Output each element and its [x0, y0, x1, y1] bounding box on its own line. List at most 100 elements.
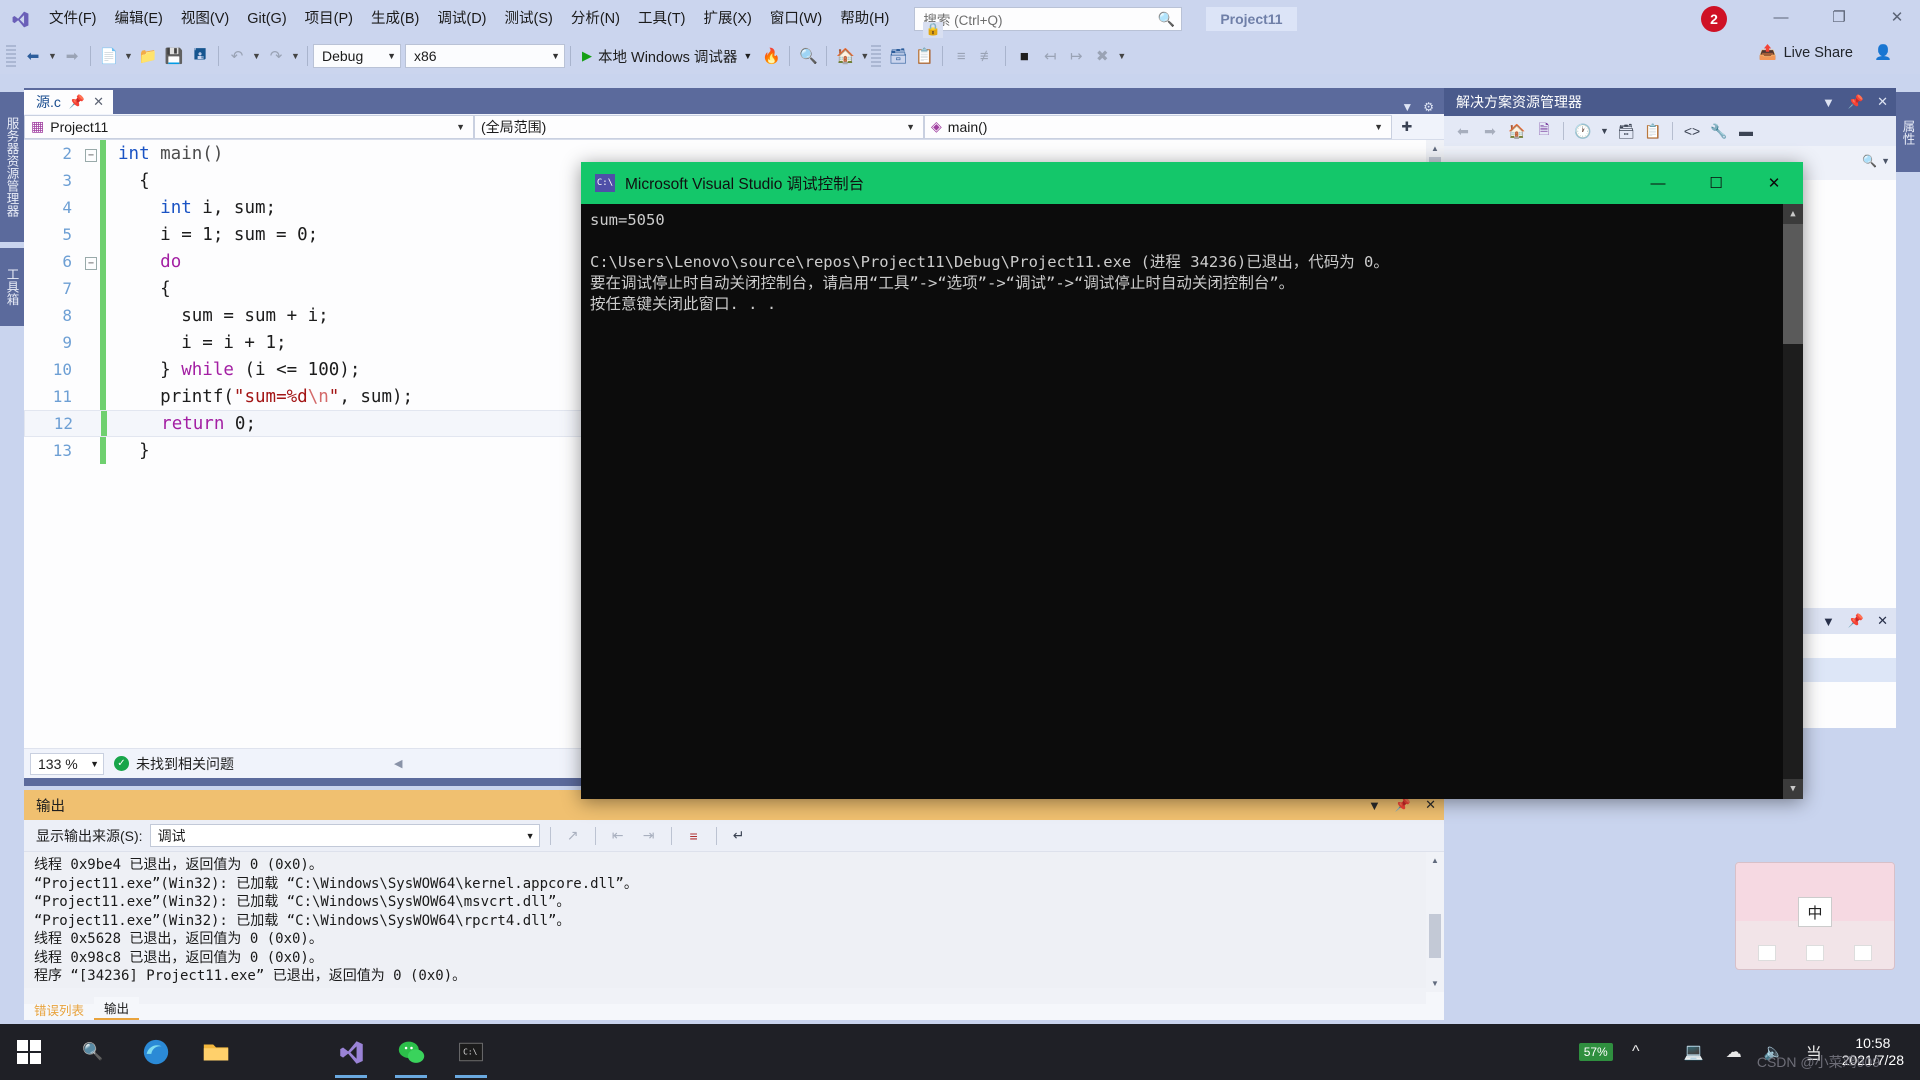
- redo-dropdown-icon[interactable]: ▼: [289, 43, 302, 69]
- taskbar-search-icon[interactable]: 🔍: [68, 1024, 118, 1080]
- console-window-icon[interactable]: C:\: [445, 1024, 497, 1080]
- monitor-icon[interactable]: 💻: [1674, 1024, 1714, 1080]
- file-explorer-icon[interactable]: [190, 1024, 242, 1080]
- share-user-icon[interactable]: 👤: [1874, 44, 1892, 61]
- console-output[interactable]: sum=5050 C:\Users\Lenovo\source\repos\Pr…: [581, 204, 1803, 799]
- ime-button-right[interactable]: [1854, 945, 1872, 961]
- find-in-files-icon[interactable]: 🔍: [795, 43, 821, 69]
- menu-window[interactable]: 窗口(W): [761, 5, 831, 33]
- toolbar-grip[interactable]: [6, 45, 16, 67]
- clear-all-icon[interactable]: ≡: [682, 824, 706, 848]
- show-all-files-icon[interactable]: 🗃: [1614, 119, 1638, 143]
- close-icon[interactable]: ✕: [93, 94, 104, 110]
- menu-project[interactable]: 项目(P): [296, 5, 362, 33]
- live-share-button[interactable]: 📤 Live Share 👤: [1759, 44, 1892, 62]
- new-file-icon[interactable]: 📄: [96, 43, 122, 69]
- menu-tools[interactable]: 工具(T): [629, 5, 695, 33]
- search-input[interactable]: 搜索 (Ctrl+Q) 🔍: [914, 7, 1183, 31]
- ime-button-left[interactable]: [1758, 945, 1776, 961]
- sidebar-tab-toolbox[interactable]: 工具箱: [0, 248, 24, 326]
- chevron-down-icon[interactable]: ▼: [1401, 100, 1413, 114]
- gear-icon[interactable]: ⚙: [1423, 100, 1434, 114]
- undo-dropdown-icon[interactable]: ▼: [250, 43, 263, 69]
- back-icon[interactable]: ⬅: [1451, 119, 1475, 143]
- menu-debug[interactable]: 调试(D): [428, 5, 495, 33]
- ime-button-mid[interactable]: [1806, 945, 1824, 961]
- chevron-down-icon[interactable]: ▼: [1598, 119, 1611, 143]
- home-icon[interactable]: 🏠: [1505, 119, 1529, 143]
- go-up-icon[interactable]: ⇤: [606, 824, 630, 848]
- notification-badge[interactable]: 2: [1701, 6, 1727, 32]
- save-icon[interactable]: 💾: [161, 43, 187, 69]
- pin-icon[interactable]: 📌: [69, 94, 85, 110]
- menu-file[interactable]: 文件(F): [40, 5, 106, 33]
- bookmark-clear-icon[interactable]: ✖: [1089, 43, 1115, 69]
- nav-back-icon[interactable]: ⬅: [20, 43, 46, 69]
- properties-window-icon[interactable]: 🗃: [885, 43, 911, 69]
- pin-icon[interactable]: 📌: [1848, 613, 1864, 629]
- debug-console-window[interactable]: C:\ Microsoft Visual Studio 调试控制台 — ☐ ✕ …: [581, 162, 1803, 799]
- visual-studio-icon[interactable]: [325, 1024, 377, 1080]
- menu-edit[interactable]: 编辑(E): [106, 5, 172, 33]
- edge-icon[interactable]: [130, 1024, 182, 1080]
- hot-reload-icon[interactable]: 🔥: [758, 43, 784, 69]
- prev-issue-icon[interactable]: ◀: [394, 757, 402, 770]
- sidebar-tab-server-explorer[interactable]: 服务器资源管理器: [0, 92, 24, 242]
- toolbar-dash-icon[interactable]: ▬: [1734, 119, 1758, 143]
- toggle-wordwrap-icon[interactable]: ↵: [727, 824, 751, 848]
- platform-combo[interactable]: x86 ▼: [405, 44, 565, 68]
- save-all-icon[interactable]: 🖪: [187, 43, 213, 69]
- ime-mode-indicator[interactable]: 中: [1798, 897, 1832, 927]
- open-folder-icon[interactable]: 📁: [135, 43, 161, 69]
- scroll-down-icon[interactable]: ▼: [1783, 779, 1803, 799]
- start-button[interactable]: [0, 1024, 58, 1080]
- view-code-icon[interactable]: <>: [1680, 119, 1704, 143]
- nav-back-dropdown-icon[interactable]: ▼: [46, 43, 59, 69]
- menu-extensions[interactable]: 扩展(X): [695, 5, 761, 33]
- pending-changes-icon[interactable]: 🕐: [1571, 119, 1595, 143]
- pin-icon[interactable]: 📌: [1848, 94, 1864, 110]
- bookmark-prev-icon[interactable]: ↤: [1037, 43, 1063, 69]
- battery-saver-icon[interactable]: 57%: [1576, 1024, 1616, 1080]
- scrollbar-thumb[interactable]: [1429, 914, 1441, 958]
- tab-output[interactable]: 输出: [94, 997, 140, 1020]
- switch-views-icon[interactable]: 🗎: [1532, 119, 1556, 143]
- collapse-region-icon[interactable]: −: [82, 147, 100, 162]
- chevron-down-icon[interactable]: ▼: [1822, 95, 1835, 110]
- console-title-bar[interactable]: C:\ Microsoft Visual Studio 调试控制台 — ☐ ✕: [581, 162, 1803, 204]
- chevron-down-icon[interactable]: ▼: [1822, 614, 1835, 629]
- sidebar-tab-properties[interactable]: 属性: [1896, 92, 1920, 172]
- split-view-icon[interactable]: ✚: [1392, 119, 1422, 135]
- pin-icon[interactable]: 📌: [1395, 797, 1411, 813]
- scroll-up-icon[interactable]: ▲: [1426, 852, 1444, 869]
- toolbar-grip[interactable]: [871, 45, 882, 67]
- go-down-icon[interactable]: ⇥: [637, 824, 661, 848]
- menu-git[interactable]: Git(G): [238, 5, 295, 33]
- show-hidden-icons-icon[interactable]: ^: [1616, 1024, 1656, 1080]
- window-close-button[interactable]: ✕: [1874, 0, 1920, 34]
- properties-wrench-icon[interactable]: 🔧: [1707, 119, 1731, 143]
- scroll-up-icon[interactable]: ▲: [1426, 140, 1444, 157]
- zoom-level-combo[interactable]: 133 % ▼: [30, 752, 104, 775]
- function-scope-combo[interactable]: ◈ main() ▼: [924, 114, 1392, 139]
- close-icon[interactable]: ✕: [1425, 797, 1436, 813]
- home-icon[interactable]: 🏠: [832, 43, 858, 69]
- chevron-down-icon[interactable]: ▼: [1368, 798, 1381, 813]
- menu-analyze[interactable]: 分析(N): [562, 5, 629, 33]
- configuration-combo[interactable]: Debug ▼: [313, 44, 401, 68]
- output-source-combo[interactable]: 调试 ▼: [149, 824, 540, 847]
- home-dropdown-icon[interactable]: ▼: [858, 43, 871, 69]
- menu-test[interactable]: 测试(S): [496, 5, 562, 33]
- tab-error-list[interactable]: 错误列表: [24, 999, 94, 1020]
- bookmark-icon[interactable]: ■: [1011, 43, 1037, 69]
- close-icon[interactable]: ✕: [1877, 613, 1888, 629]
- scroll-down-icon[interactable]: ▼: [1426, 975, 1444, 992]
- output-log[interactable]: 线程 0x9be4 已退出，返回值为 0 (0x0)。 “Project11.ex…: [24, 852, 1426, 992]
- menu-view[interactable]: 视图(V): [172, 5, 238, 33]
- jump-to-icon[interactable]: ↗: [561, 824, 585, 848]
- scrollbar-thumb[interactable]: [1783, 224, 1803, 344]
- solution-explorer-search[interactable]: 🔍 ▼: [1830, 150, 1890, 172]
- console-minimize-button[interactable]: —: [1629, 162, 1687, 204]
- console-maximize-button[interactable]: ☐: [1687, 162, 1745, 204]
- console-close-button[interactable]: ✕: [1745, 162, 1803, 204]
